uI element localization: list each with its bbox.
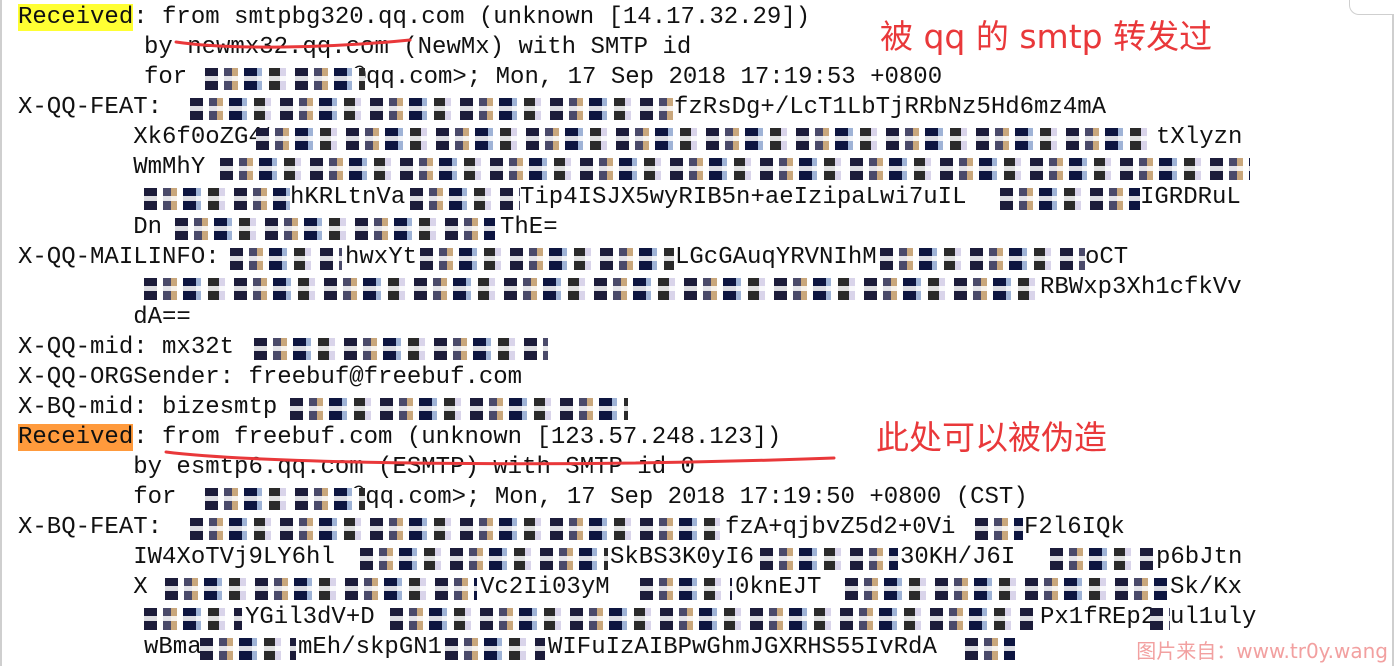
watermark-source: 图片来自：www.tr0y.wang	[1136, 639, 1388, 663]
annotation-note-forwarded: 被 qq 的 smtp 转发过	[880, 17, 1213, 56]
underline-received-2	[164, 450, 836, 466]
screenshot-frame: Received: from smtpbg320.qq.com (unknown…	[0, 0, 1394, 666]
underline-received-1	[174, 38, 412, 49]
annotation-underlines	[164, 38, 836, 466]
annotation-note-forgeable: 此处可以被伪造	[876, 418, 1107, 457]
